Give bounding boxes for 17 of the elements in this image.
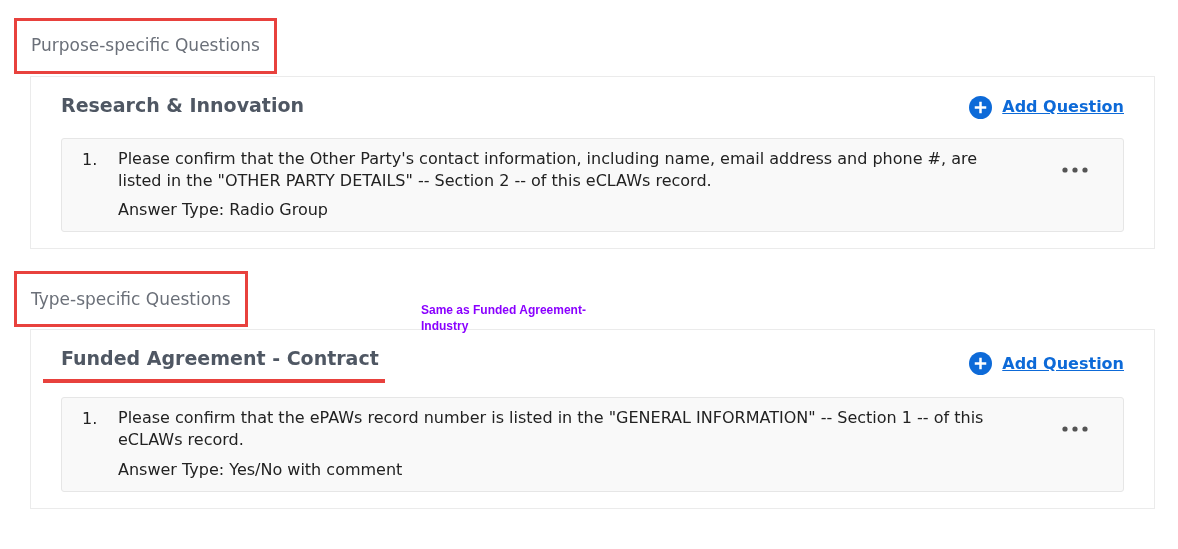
answer-type: Answer Type: Radio Group [118,199,329,222]
add-icon[interactable] [969,352,993,376]
add-question-link[interactable]: Add Question [1002,351,1124,376]
annotation-note: Same as Funded Agreement-Industry [421,303,587,335]
add-icon[interactable] [969,95,993,119]
more-icon[interactable] [1061,165,1089,174]
question-number: 1. [82,148,99,171]
question-number: 1. [82,407,99,430]
section-heading: Purpose-specific Questions [14,18,277,74]
category-title: Research & Innovation [61,93,305,118]
question-text: Please confirm that the Other Party's contact information, including name, email address and phone #, are listed in the "OTHER PARTY DETAILS" -- Section 2 -- of this eCLAWs record. [118,147,979,192]
more-icon[interactable] [1061,424,1089,433]
question-text: Please confirm that the ePAWs record number is listed in the "GENERAL INFORMATION" -- Section 1 -- of this eCLAWs record. [118,406,985,452]
category-title: Funded Agreement - Contract [43,344,385,383]
section-heading: Type-specific Questions [14,271,248,328]
answer-type: Answer Type: Yes/No with comment [118,458,404,481]
add-question-link[interactable]: Add Question [1002,95,1124,120]
